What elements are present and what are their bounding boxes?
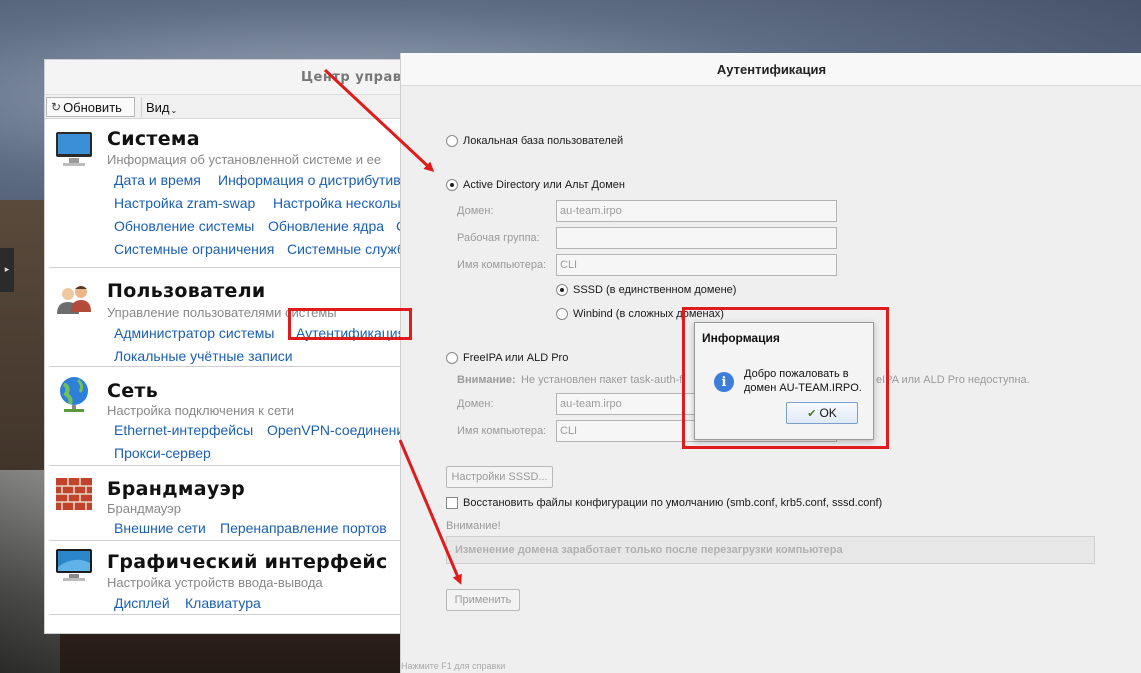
workgroup-label: Рабочая группа:	[457, 232, 540, 244]
attention-note: Изменение домена заработает только после…	[446, 536, 1095, 564]
divider	[49, 614, 425, 615]
monitor-icon	[56, 132, 92, 166]
link-system-update[interactable]: Обновление системы	[114, 218, 254, 234]
ok-button-label: OK	[819, 406, 837, 420]
radio-freeipa[interactable]	[446, 352, 458, 364]
refresh-button[interactable]: ↻ Обновить	[46, 97, 135, 117]
toolbar: ↻ Обновить Вид ⌄	[45, 95, 423, 119]
winbind-label: Winbind (в сложных доменах)	[573, 308, 724, 320]
ad-domain-field[interactable]: au-team.irpo	[556, 200, 837, 222]
control-center-titlebar: Центр управ	[45, 60, 423, 95]
radio-active-directory[interactable]	[446, 179, 458, 191]
sssd-label: SSSD (в единственном домене)	[573, 284, 737, 296]
section-network: Сеть Настройка подключения к сети Ethern…	[45, 368, 425, 466]
attention-label: Внимание!	[446, 520, 501, 532]
section-gui: Графический интерфейс Настройка устройст…	[45, 540, 425, 620]
local-db-label: Локальная база пользователей	[463, 135, 624, 147]
link-system-services[interactable]: Системные служб	[287, 241, 405, 257]
ad-hostname-field[interactable]: CLI	[556, 254, 837, 276]
apply-button[interactable]: Применить	[446, 589, 520, 611]
info-dialog: Информация i Добро пожаловать в домен AU…	[694, 322, 874, 440]
sssd-settings-button[interactable]: Настройки SSSD...	[446, 466, 553, 488]
restore-config-checkbox[interactable]	[446, 497, 458, 509]
refresh-icon: ↻	[51, 100, 62, 114]
ok-button[interactable]: ✔ OK	[786, 402, 858, 424]
link-system-limits[interactable]: Системные ограничения	[114, 241, 274, 257]
radio-sssd[interactable]	[556, 284, 568, 296]
radio-winbind[interactable]	[556, 308, 568, 320]
divider	[49, 267, 425, 268]
link-openvpn[interactable]: OpenVPN-соединени	[267, 422, 404, 438]
link-external-networks[interactable]: Внешние сети	[114, 520, 206, 536]
link-keyboard[interactable]: Клавиатура	[185, 595, 261, 611]
section-title: Пользователи	[107, 280, 266, 302]
link-zram-swap[interactable]: Настройка zram-swap	[114, 195, 255, 211]
users-icon	[57, 286, 91, 314]
status-hint: Нажмите F1 для справки	[401, 661, 506, 671]
ad-label: Active Directory или Альт Домен	[463, 179, 626, 191]
globe-icon	[60, 377, 88, 412]
link-local-accounts[interactable]: Локальные учётные записи	[114, 348, 293, 364]
info-dialog-message: Добро пожаловать в домен AU-TEAM.IRPO.	[744, 368, 862, 394]
section-description: Информация об установленной системе и ее	[107, 152, 382, 167]
link-date-time[interactable]: Дата и время	[114, 172, 201, 188]
auth-titlebar: Аутентификация	[401, 53, 1141, 86]
info-icon: i	[714, 372, 734, 392]
module-list: Система Информация об установленной сист…	[45, 120, 425, 635]
link-display[interactable]: Дисплей	[114, 595, 170, 611]
view-menu-label: Вид	[146, 99, 170, 115]
window-title: Центр управ	[301, 70, 402, 85]
section-system: Система Информация об установленной сист…	[45, 120, 425, 270]
ad-hostname-label: Имя компьютера:	[457, 259, 547, 271]
section-description: Настройка устройств ввода-вывода	[107, 575, 323, 590]
panel-expand-handle[interactable]: ▸	[0, 248, 14, 292]
link-multi-setup[interactable]: Настройка нескольк	[273, 195, 404, 211]
link-distro-info[interactable]: Информация о дистрибутив	[218, 172, 401, 188]
freeipa-warning-text: Не установлен пакет task-auth-f	[521, 374, 683, 386]
freeipa-label: FreeIPA или ALD Pro	[463, 352, 569, 364]
section-users: Пользователи Управление пользователями с…	[45, 270, 425, 368]
section-title: Сеть	[107, 380, 159, 402]
control-center-window: Центр управ ↻ Обновить Вид ⌄ Система Инф…	[44, 59, 425, 635]
radio-local-db[interactable]	[446, 135, 458, 147]
link-admin[interactable]: Администратор системы	[114, 325, 274, 341]
freeipa-hostname-label: Имя компьютера:	[457, 425, 547, 437]
freeipa-warning-text-tail: eIPA или ALD Pro недоступна.	[876, 374, 1030, 386]
ad-domain-label: Домен:	[457, 205, 494, 217]
freeipa-domain-label: Домен:	[457, 398, 494, 410]
display-icon	[56, 549, 92, 581]
view-menu[interactable]: Вид ⌄	[141, 97, 181, 117]
section-description: Настройка подключения к сети	[107, 403, 294, 418]
refresh-label: Обновить	[63, 99, 122, 115]
link-port-forwarding[interactable]: Перенаправление портов	[220, 520, 387, 536]
section-title: Система	[107, 128, 200, 150]
divider	[49, 366, 425, 367]
auth-title: Аутентификация	[716, 62, 827, 77]
section-description: Брандмауэр	[107, 501, 181, 516]
link-ethernet[interactable]: Ethernet-интерфейсы	[114, 422, 253, 438]
freeipa-warning-prefix: Внимание:	[457, 374, 516, 386]
restore-config-label: Восстановить файлы конфигурации по умолч…	[463, 497, 883, 509]
brick-wall-icon	[56, 478, 92, 510]
link-authentication[interactable]: Аутентификация	[296, 325, 405, 341]
chevron-down-icon: ⌄	[170, 105, 178, 115]
section-title: Графический интерфейс	[107, 551, 388, 573]
section-title: Брандмауэр	[107, 478, 245, 500]
section-firewall: Брандмауэр Брандмауэр Внешние сети Перен…	[45, 466, 425, 541]
info-dialog-title: Информация	[702, 331, 780, 345]
workgroup-field[interactable]	[556, 227, 837, 249]
section-description: Управление пользователями системы	[107, 305, 337, 320]
link-kernel-update[interactable]: Обновление ядра	[268, 218, 384, 234]
link-proxy[interactable]: Прокси-сервер	[114, 445, 211, 461]
ok-button-icon: ✔	[807, 407, 817, 420]
